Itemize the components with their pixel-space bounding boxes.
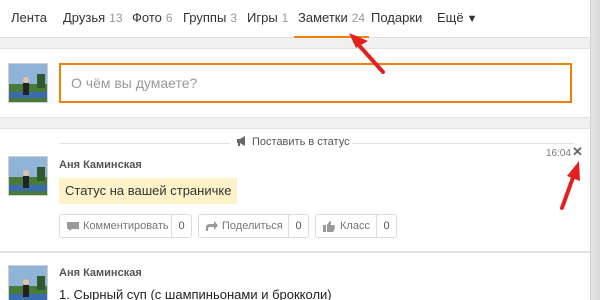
nav-item-label: Подарки [371, 10, 423, 25]
nav-item-groups[interactable]: Группы 3 [183, 0, 237, 38]
nav-item-more[interactable]: Ещё ▼ [437, 0, 478, 38]
thumbs-up-icon [323, 221, 335, 232]
share-count: 0 [288, 215, 308, 237]
nav-item-feed[interactable]: Лента [11, 0, 47, 38]
nav-item-count: 6 [165, 11, 173, 25]
nav-item-games[interactable]: Игры 1 [247, 0, 288, 38]
avatar[interactable] [8, 156, 48, 196]
divider [352, 143, 574, 144]
post-author[interactable]: Аня Каминская [59, 267, 142, 279]
caret-down-icon: ▼ [466, 13, 478, 25]
nav-item-label: Игры [247, 10, 278, 25]
nav-item-count: 1 [281, 11, 289, 25]
avatar[interactable] [8, 63, 48, 103]
share-button[interactable]: Поделиться 0 [198, 214, 309, 238]
close-icon[interactable]: ✕ [572, 144, 583, 160]
share-label: Поделиться [222, 220, 283, 232]
nav-item-gifts[interactable]: Подарки [371, 0, 422, 38]
sidebar-edge [590, 0, 600, 300]
share-icon [206, 221, 218, 231]
comment-icon [67, 222, 79, 231]
avatar-photo-icon [9, 64, 47, 102]
profile-nav: Лента Друзья 13 Фото 6 Группы 3 Игры 1 Замет… [0, 0, 600, 38]
set-status-label: Поставить в статус [252, 136, 350, 148]
nav-item-label: Заметки [298, 10, 348, 25]
megaphone-icon [236, 136, 248, 149]
like-label: Класс [340, 220, 370, 232]
post-time: 16:04 [546, 148, 572, 159]
nav-item-label: Группы [183, 10, 227, 25]
post-author[interactable]: Аня Каминская [59, 159, 142, 171]
nav-item-count: 3 [230, 11, 238, 25]
divider [60, 143, 230, 144]
nav-item-count: 13 [109, 11, 123, 25]
avatar-photo-icon [9, 266, 47, 300]
nav-item-friends[interactable]: Друзья 13 [63, 0, 123, 38]
nav-item-label: Друзья [63, 10, 106, 25]
nav-item-label: Фото [132, 10, 162, 25]
status-composer-input[interactable] [59, 63, 572, 103]
nav-item-label: Ещё [437, 10, 464, 25]
set-status-link[interactable]: Поставить в статус [236, 136, 350, 149]
comment-count: 0 [171, 215, 191, 237]
comment-button[interactable]: Комментировать 0 [59, 214, 192, 238]
avatar-photo-icon [9, 157, 47, 195]
nav-item-notes[interactable]: Заметки 24 [294, 0, 370, 38]
nav-item-photos[interactable]: Фото 6 [132, 0, 173, 38]
status-text: Статус на вашей страничке [59, 178, 238, 204]
nav-item-label: Лента [11, 10, 47, 25]
note-text[interactable]: 1. Сырный суп (с шампиньонами и брокколи… [59, 287, 332, 300]
comment-label: Комментировать [83, 220, 169, 232]
like-count: 0 [376, 215, 396, 237]
avatar[interactable] [8, 265, 48, 300]
nav-item-count: 24 [351, 11, 366, 25]
like-button[interactable]: Класс 0 [315, 214, 397, 238]
